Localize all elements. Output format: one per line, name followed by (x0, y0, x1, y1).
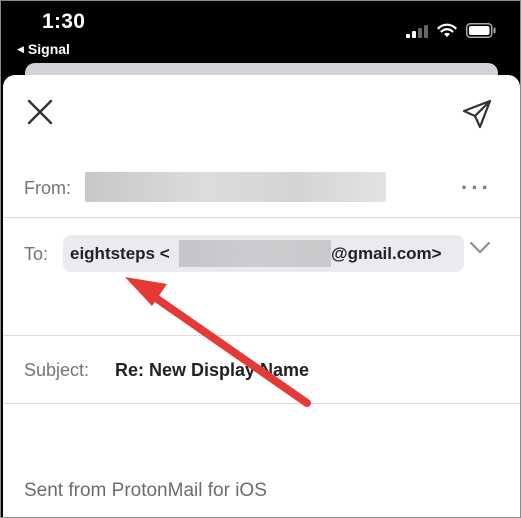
divider (3, 335, 520, 336)
divider (3, 217, 520, 218)
wifi-icon (437, 23, 457, 37)
cellular-signal-icon (406, 24, 428, 38)
redacted-recipient-address (179, 240, 331, 267)
recipient-name: eightsteps < (70, 244, 170, 263)
back-to-app-link[interactable]: ◀ Signal (17, 41, 70, 57)
recipient-email-domain: @gmail.com> (331, 244, 442, 263)
subject-label: Subject: (24, 360, 90, 380)
from-label: From: (24, 178, 71, 198)
more-options-button[interactable]: ··· (461, 175, 492, 201)
redacted-sender-address[interactable] (85, 172, 386, 202)
send-icon[interactable] (460, 97, 494, 131)
message-body-signature[interactable]: Sent from ProtonMail for iOS (24, 480, 267, 502)
divider (3, 403, 520, 404)
battery-icon (466, 23, 496, 38)
close-icon[interactable] (25, 97, 55, 127)
recipient-chip[interactable]: eightsteps < @gmail.com> (63, 235, 464, 272)
to-label: To: (24, 244, 49, 264)
back-app-label: Signal (27, 41, 70, 57)
status-icons (406, 23, 496, 38)
back-triangle-icon: ◀ (17, 43, 24, 54)
phone-screen: 1:30 ◀ Signal From: ··· To: eightsteps <… (0, 0, 521, 518)
subject-input[interactable]: Re: New Display Name (115, 360, 309, 381)
compose-sheet: From: ··· To: eightsteps < @gmail.com> S… (3, 75, 520, 517)
status-time: 1:30 (42, 10, 86, 33)
chevron-down-icon[interactable] (469, 241, 491, 255)
